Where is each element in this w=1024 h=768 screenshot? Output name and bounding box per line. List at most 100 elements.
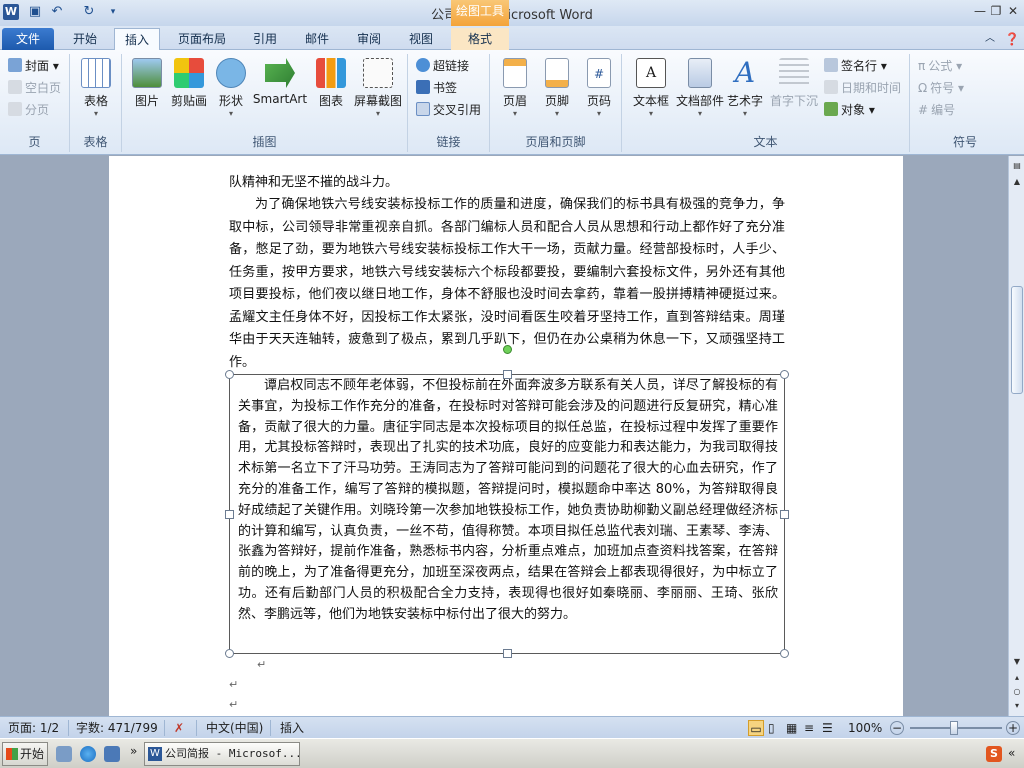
web-layout-view-icon[interactable]: ▦ xyxy=(786,720,797,736)
cover-page-button[interactable]: 封面 ▾ xyxy=(8,56,59,76)
word-taskbar-icon: W xyxy=(148,747,162,761)
chart-button[interactable]: 图表 xyxy=(308,56,354,109)
cross-reference-icon xyxy=(416,102,430,116)
draft-view-icon[interactable]: ☰ xyxy=(822,720,833,736)
ribbon-minimize-icon[interactable]: ︿ xyxy=(980,28,1000,50)
scroll-up-icon[interactable]: ▲ xyxy=(1011,176,1023,188)
pi-icon: π xyxy=(918,59,926,73)
footer-button[interactable]: 页脚 ▾ xyxy=(534,56,580,119)
tray-expand-icon[interactable]: « xyxy=(1008,746,1015,760)
document-page[interactable]: 队精神和无坚不摧的战斗力。 为了确保地铁六号线安装标投标工作的质量和进度，确保我… xyxy=(109,156,903,716)
tab-format[interactable]: 格式 xyxy=(451,28,509,50)
clipart-button[interactable]: 剪贴画 xyxy=(166,56,212,109)
media-player-icon[interactable] xyxy=(104,746,120,762)
input-method-icon[interactable]: S xyxy=(986,746,1002,762)
language-status[interactable]: 中文(中国) xyxy=(206,720,263,736)
group-label-links: 链接 xyxy=(436,135,461,149)
vertical-scrollbar[interactable]: ▤ ▲ ▼ ▴ ○ ▾ xyxy=(1008,156,1024,716)
paragraph-line[interactable]: 队精神和无坚不摧的战斗力。 xyxy=(229,172,785,195)
bookmark-button[interactable]: 书签 xyxy=(416,78,457,98)
page-count-status[interactable]: 页面: 1/2 xyxy=(8,720,59,736)
tab-page-layout[interactable]: 页面布局 xyxy=(166,28,238,50)
help-icon[interactable]: ❓ xyxy=(1002,28,1022,50)
smartart-button[interactable]: SmartArt xyxy=(252,56,308,106)
drawing-tools-context-label: 绘图工具 xyxy=(451,0,509,26)
group-label-text: 文本 xyxy=(753,135,778,149)
bookmark-icon xyxy=(416,80,430,94)
word-count-status[interactable]: 字数: 471/799 xyxy=(76,720,158,736)
signature-line-button[interactable]: 签名行 ▾ xyxy=(824,56,887,76)
resize-handle-right[interactable] xyxy=(780,510,789,519)
textbox-button[interactable]: A 文本框 ▾ xyxy=(628,56,674,119)
tab-review[interactable]: 审阅 xyxy=(348,28,390,50)
tab-mailings[interactable]: 邮件 xyxy=(296,28,338,50)
previous-page-icon[interactable]: ▴ xyxy=(1011,672,1023,684)
picture-button[interactable]: 图片 xyxy=(124,56,170,109)
zoom-level[interactable]: 100% xyxy=(848,720,882,736)
equation-button[interactable]: π 公式 ▾ xyxy=(918,56,962,76)
wordart-button[interactable]: A 艺术字 ▾ xyxy=(722,56,768,119)
insert-mode-status[interactable]: 插入 xyxy=(280,720,304,736)
wordart-icon: A xyxy=(734,56,756,89)
group-text: A 文本框 ▾ 文档部件 ▾ A 艺术字 ▾ 首字下沉 签名行 ▾ 日期和时间 对象 ▾ … xyxy=(622,54,910,152)
resize-handle-left[interactable] xyxy=(225,510,234,519)
quick-parts-button[interactable]: 文档部件 ▾ xyxy=(674,56,726,119)
tab-file[interactable]: 文件 xyxy=(2,28,54,50)
screenshot-button[interactable]: 屏幕截图 ▾ xyxy=(350,56,406,119)
proofing-icon[interactable]: ✗ xyxy=(174,720,184,736)
table-icon xyxy=(81,58,111,88)
symbol-button[interactable]: Ω 符号 ▾ xyxy=(918,78,964,98)
header-button[interactable]: 页眉 ▾ xyxy=(492,56,538,119)
numbering-button[interactable]: # 编号 xyxy=(918,100,955,120)
blank-page-button[interactable]: 空白页 xyxy=(8,78,61,98)
taskbar-word-window[interactable]: W 公司简报 - Microsof... xyxy=(144,742,300,766)
zoom-slider-thumb[interactable] xyxy=(950,721,958,735)
resize-handle-top[interactable] xyxy=(503,370,512,379)
print-layout-view-icon[interactable]: ▭ xyxy=(748,720,764,736)
windows-flag-icon xyxy=(6,748,18,760)
resize-handle-top-right[interactable] xyxy=(780,370,789,379)
chart-icon xyxy=(316,58,346,88)
zoom-in-button[interactable]: + xyxy=(1006,721,1020,735)
table-button[interactable]: 表格 ▾ xyxy=(73,56,119,119)
dropcap-button[interactable]: 首字下沉 xyxy=(768,56,820,109)
cross-reference-button[interactable]: 交叉引用 xyxy=(416,100,481,120)
resize-handle-top-left[interactable] xyxy=(225,370,234,379)
start-button[interactable]: 开始 xyxy=(2,742,48,766)
text-box-content[interactable]: 谭启权同志不顾年老体弱，不但投标前在外面奔波多方联系有关人员，详尽了解投标的有关… xyxy=(238,376,778,626)
group-label-illustrations: 插图 xyxy=(252,135,277,149)
shapes-icon xyxy=(216,58,246,88)
page-number-button[interactable]: # 页码 ▾ xyxy=(576,56,622,119)
internet-explorer-icon[interactable] xyxy=(80,746,96,762)
document-area[interactable]: 队精神和无坚不摧的战斗力。 为了确保地铁六号线安装标投标工作的质量和进度，确保我… xyxy=(0,156,1008,716)
hyperlink-button[interactable]: 超链接 xyxy=(416,56,469,76)
rotate-handle[interactable] xyxy=(503,345,512,354)
tab-view[interactable]: 视图 xyxy=(400,28,442,50)
resize-handle-bottom[interactable] xyxy=(503,649,512,658)
close-button[interactable]: ✕ xyxy=(1003,2,1023,20)
hyperlink-icon xyxy=(416,58,430,72)
browse-object-icon[interactable]: ○ xyxy=(1011,686,1023,698)
clipart-icon xyxy=(174,58,204,88)
show-desktop-icon[interactable] xyxy=(56,746,72,762)
scroll-down-icon[interactable]: ▼ xyxy=(1011,656,1023,668)
tab-home[interactable]: 开始 xyxy=(60,28,110,50)
outline-view-icon[interactable]: ≡ xyxy=(804,720,814,736)
next-page-icon[interactable]: ▾ xyxy=(1011,700,1023,712)
paragraph-mark: ↵ xyxy=(229,678,239,691)
ruler-toggle-icon[interactable]: ▤ xyxy=(1011,160,1023,172)
textbox-icon: A xyxy=(636,58,666,88)
tab-insert[interactable]: 插入 xyxy=(114,28,160,50)
object-button[interactable]: 对象 ▾ xyxy=(824,100,875,120)
date-time-button[interactable]: 日期和时间 xyxy=(824,78,901,98)
resize-handle-bottom-right[interactable] xyxy=(780,649,789,658)
scroll-thumb[interactable] xyxy=(1011,286,1023,394)
reading-view-icon[interactable]: ▯ xyxy=(768,720,775,736)
shapes-button[interactable]: 形状 ▾ xyxy=(208,56,254,119)
quicklaunch-more-icon[interactable]: » xyxy=(130,744,137,758)
page-break-button[interactable]: 分页 xyxy=(8,100,49,120)
text-box[interactable]: 谭启权同志不顾年老体弱，不但投标前在外面奔波多方联系有关人员，详尽了解投标的有关… xyxy=(225,345,789,658)
tab-references[interactable]: 引用 xyxy=(244,28,286,50)
zoom-out-button[interactable]: − xyxy=(890,721,904,735)
resize-handle-bottom-left[interactable] xyxy=(225,649,234,658)
